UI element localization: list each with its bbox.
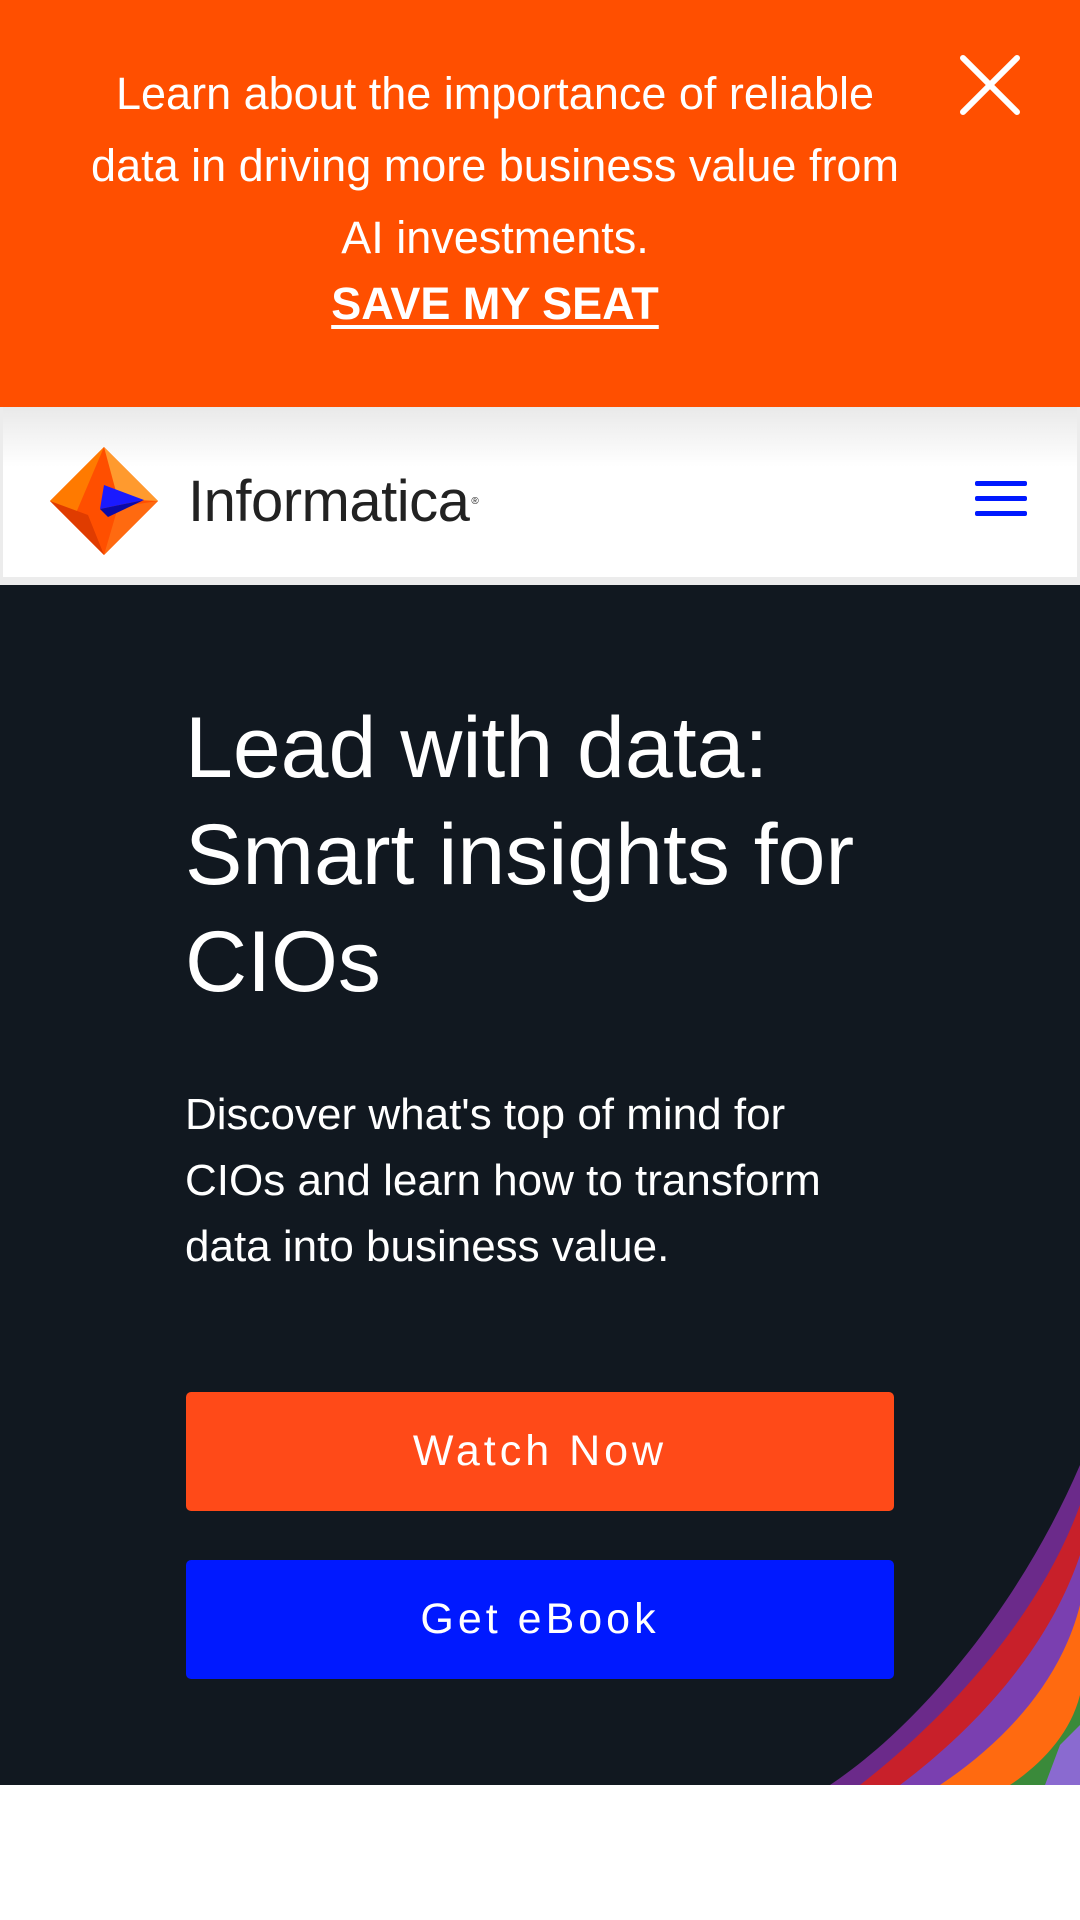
logo-wordmark: Informatica — [188, 468, 470, 534]
hero-description: Discover what's top of mind for CIOs and… — [185, 1090, 821, 1271]
save-my-seat-link[interactable]: SAVE MY SEAT — [331, 278, 659, 329]
close-icon — [960, 55, 1020, 115]
informatica-logo-icon — [50, 447, 158, 555]
registered-mark: ® — [471, 495, 479, 507]
hero-section: Lead with data: Smart insights for CIOs … — [0, 585, 1080, 1785]
promo-banner: Learn about the importance of reliable d… — [0, 0, 1080, 407]
close-banner-button[interactable] — [955, 50, 1025, 120]
decorative-ribbon-graphic — [830, 1465, 1080, 1785]
get-ebook-button[interactable]: Get eBook — [186, 1560, 894, 1679]
site-header: Informatica ® — [0, 407, 1080, 585]
page: Learn about the importance of reliable d… — [0, 0, 1080, 1920]
hamburger-menu-icon — [975, 481, 1027, 516]
informatica-logo[interactable]: Informatica ® — [48, 445, 508, 557]
main-menu-button[interactable] — [973, 473, 1033, 525]
watch-now-button[interactable]: Watch Now — [186, 1392, 894, 1511]
page-below-fold — [0, 1785, 1080, 1920]
hero-title: Lead with data: Smart insights for CIOs — [185, 700, 855, 1010]
banner-cta-container: SAVE MY SEAT — [0, 278, 990, 330]
banner-message: Learn about the importance of reliable d… — [91, 68, 899, 263]
